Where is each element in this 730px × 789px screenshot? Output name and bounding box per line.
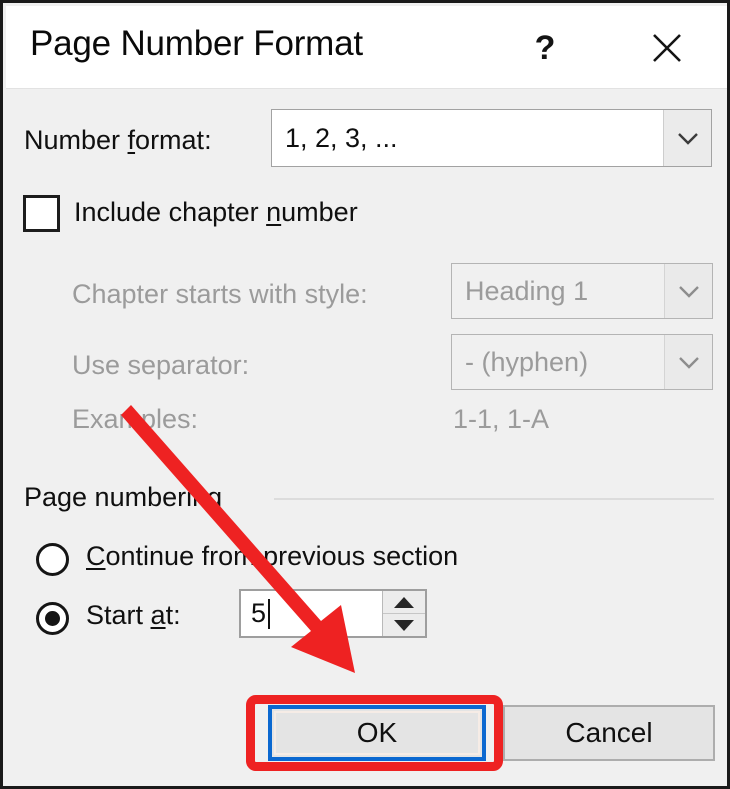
use-separator-value: - (hyphen) <box>465 346 589 377</box>
ok-button-label: OK <box>356 717 398 748</box>
start-at-input[interactable]: 5 <box>241 591 382 636</box>
triangle-up-icon[interactable] <box>383 591 425 614</box>
continue-from-previous-section-label[interactable]: Continue from previous section <box>86 541 458 572</box>
start-at-label[interactable]: Start at: <box>86 600 181 631</box>
start-at-radio[interactable] <box>36 602 69 635</box>
include-chapter-number-label[interactable]: Include chapter number <box>74 197 358 228</box>
examples-value: 1-1, 1-A <box>453 404 550 434</box>
chapter-style-combobox: Heading 1 <box>451 263 713 319</box>
help-icon[interactable]: ? <box>518 20 572 76</box>
triangle-down-icon[interactable] <box>383 614 425 636</box>
page-numbering-group-label: Page numbering <box>24 482 223 512</box>
number-format-combobox[interactable]: 1, 2, 3, ... <box>271 109 712 167</box>
ok-button[interactable]: OK <box>268 705 486 761</box>
page-number-format-dialog: Page Number Format ? Number format: 1, 2… <box>0 0 730 789</box>
text-cursor <box>268 598 271 629</box>
group-separator-line <box>274 498 714 500</box>
chapter-style-label: Chapter starts with style: <box>72 279 368 309</box>
include-chapter-number-checkbox[interactable] <box>23 195 60 232</box>
use-separator-label: Use separator: <box>72 350 250 380</box>
close-icon[interactable] <box>640 20 694 76</box>
examples-label: Examples: <box>72 404 199 434</box>
chevron-down-icon <box>664 264 712 318</box>
dialog-body: Number format: 1, 2, 3, ... Include chap… <box>6 89 727 786</box>
use-separator-combobox: - (hyphen) <box>451 334 713 390</box>
radio-selected-dot <box>45 611 60 626</box>
cancel-button-label: Cancel <box>565 717 653 748</box>
chapter-style-value: Heading 1 <box>465 275 589 306</box>
cancel-button[interactable]: Cancel <box>503 705 715 761</box>
spinner-buttons[interactable] <box>382 591 425 636</box>
start-at-spinner[interactable]: 5 <box>239 589 427 638</box>
number-format-value: 1, 2, 3, ... <box>285 122 398 153</box>
help-glyph: ? <box>534 28 556 67</box>
dialog-titlebar: Page Number Format ? <box>6 6 727 89</box>
chevron-down-icon[interactable] <box>663 110 711 166</box>
number-format-label: Number format: <box>24 125 212 155</box>
continue-from-previous-section-radio[interactable] <box>36 543 69 576</box>
dialog-title: Page Number Format <box>30 24 363 63</box>
start-at-value: 5 <box>251 598 267 628</box>
close-x-glyph <box>653 34 681 62</box>
chevron-down-icon <box>664 335 712 389</box>
